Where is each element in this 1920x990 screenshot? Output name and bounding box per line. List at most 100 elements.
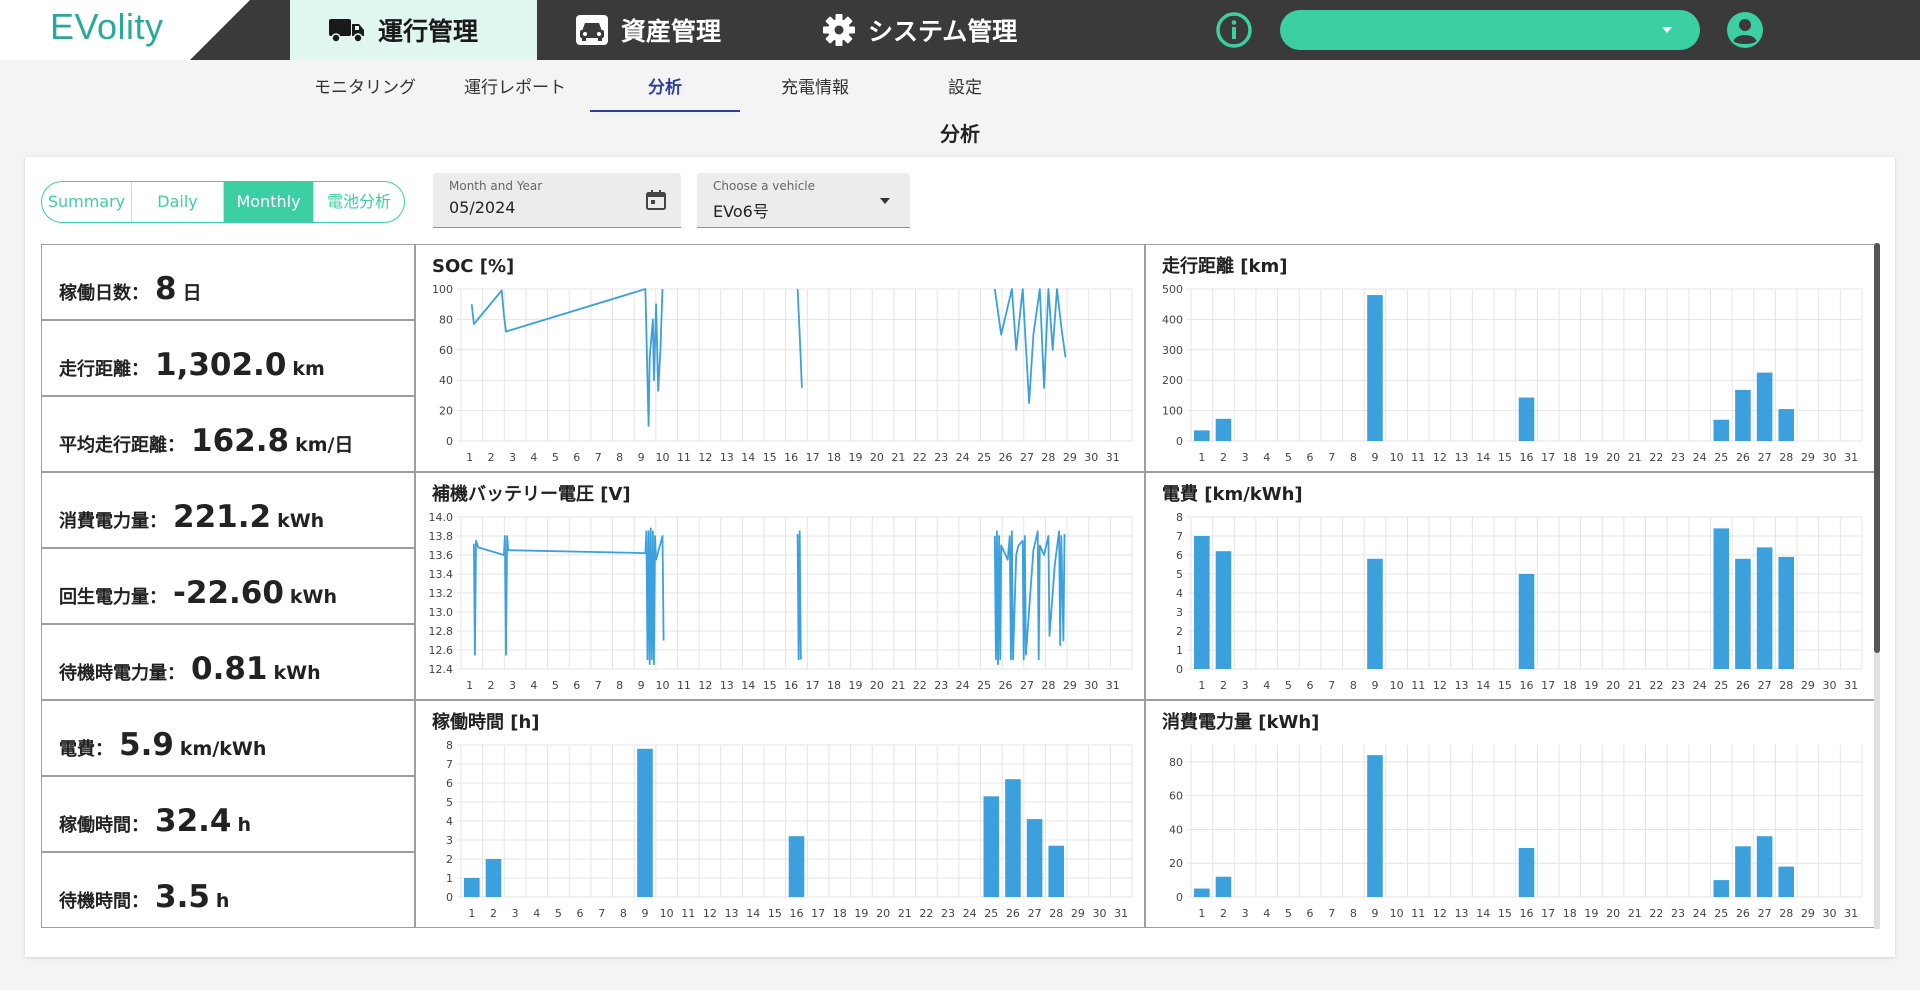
nav-operations[interactable]: 運行管理 [290,0,537,60]
calendar-icon[interactable] [645,189,667,211]
stat-efficiency: 電費： 5.9 km/kWh [41,700,415,776]
nav-assets[interactable]: 資産管理 [575,0,721,60]
x-tick-label: 20 [1606,907,1620,920]
stat-value: 5.9 [119,727,174,763]
y-tick-label: 20 [1169,857,1183,870]
x-tick-label: 16 [784,679,798,692]
x-tick-label: 19 [854,907,868,920]
x-tick-label: 10 [656,451,670,464]
x-tick-label: 13 [1455,679,1469,692]
subnav-operation-report[interactable]: 運行レポート [450,72,580,112]
bar [1713,419,1730,441]
y-tick-label: 0 [1176,663,1183,676]
series-line [993,530,1066,666]
x-tick-label: 7 [595,451,602,464]
x-tick-label: 30 [1823,907,1837,920]
account-icon[interactable] [1726,11,1764,49]
x-tick-label: 5 [1285,907,1292,920]
y-tick-label: 1 [1176,644,1183,657]
x-tick-label: 31 [1844,679,1858,692]
x-tick-label: 6 [577,907,584,920]
stat-value: 221.2 [173,499,272,535]
x-tick-label: 30 [1084,451,1098,464]
header-vehicle-select[interactable] [1280,10,1700,50]
stat-value: 0.81 [191,651,268,687]
nav-system[interactable]: システム管理 [822,0,1017,60]
x-tick-label: 1 [1198,451,1205,464]
x-tick-label: 5 [552,451,559,464]
x-tick-label: 21 [891,679,905,692]
y-tick-label: 5 [446,796,453,809]
x-tick-label: 1 [1198,907,1205,920]
x-tick-label: 14 [741,451,755,464]
efficiency-chart-panel: 電費 [km/kWh] 0 1 2 3 4 5 6 7 8 1 2 3 4 5 6 7 8 9 10 11 12 13 14 1… [1145,472,1875,700]
app-logo[interactable]: EVolity [50,6,164,48]
chevron-down-icon [880,198,890,204]
x-tick-label: 22 [919,907,933,920]
x-tick-label: 5 [555,907,562,920]
month-year-value: 05/2024 [449,198,516,217]
mode-daily-button[interactable]: Daily [132,182,224,222]
y-tick-label: 80 [439,313,453,326]
x-tick-label: 6 [573,451,580,464]
subnav-analysis[interactable]: 分析 [590,72,740,112]
gear-icon [823,14,855,46]
nav-system-label: システム管理 [868,17,1018,46]
x-tick-label: 3 [509,451,516,464]
stat-regenerated-energy: 回生電力量： -22.60 kWh [41,548,415,624]
x-tick-label: 27 [1028,907,1042,920]
x-tick-label: 29 [1801,451,1815,464]
x-tick-label: 12 [698,679,712,692]
stat-value: 162.8 [191,423,290,459]
x-tick-label: 7 [1328,451,1335,464]
x-tick-label: 27 [1020,679,1034,692]
stat-unit: km/kWh [179,738,267,760]
subnav-settings[interactable]: 設定 [905,72,1025,112]
y-tick-label: 12.8 [429,625,454,638]
bar [1778,556,1795,669]
x-tick-label: 28 [1779,907,1793,920]
info-icon[interactable] [1215,11,1253,49]
y-tick-label: 13.8 [429,530,454,543]
x-tick-label: 15 [763,679,777,692]
vehicle-select-field[interactable]: Choose a vehicle EVo6号 [697,173,910,228]
y-tick-label: 3 [446,834,453,847]
chart-title: 走行距離 [km] [1162,255,1287,277]
x-tick-label: 11 [677,679,691,692]
y-tick-label: 13.6 [429,549,454,562]
x-tick-label: 6 [1307,451,1314,464]
x-tick-label: 14 [1476,907,1490,920]
stat-energy-consumed: 消費電力量： 221.2 kWh [41,472,415,548]
y-tick-label: 5 [1176,568,1183,581]
scrollbar-thumb[interactable] [1874,243,1880,653]
y-tick-label: 1 [446,872,453,885]
subnav-charging[interactable]: 充電情報 [755,72,875,112]
x-tick-label: 19 [1584,907,1598,920]
hours-chart-panel: 稼働時間 [h] 0 1 2 3 4 5 6 7 8 1 2 3 4 5 6 7 8 9 10 11 12 13 14 15 16… [415,700,1145,928]
x-tick-label: 19 [848,679,862,692]
month-year-label: Month and Year [449,179,543,193]
x-tick-label: 3 [1242,451,1249,464]
stat-label: 待機時電力量： [59,663,185,684]
x-tick-label: 1 [468,907,475,920]
soc-chart-panel: SOC [%] 0 20 40 60 80 100 1 2 3 4 5 6 7 8 9 10 11 12 13 14 15… [415,244,1145,472]
bar [485,859,502,897]
x-tick-label: 9 [1371,679,1378,692]
x-tick-label: 30 [1093,907,1107,920]
mode-summary-button[interactable]: Summary [42,182,132,222]
x-tick-label: 6 [1307,679,1314,692]
bar [1735,846,1751,897]
month-year-field[interactable]: Month and Year 05/2024 [433,173,681,228]
bar [1367,755,1383,897]
y-tick-label: 0 [446,891,453,904]
mode-battery-button[interactable]: 電池分析 [314,182,404,222]
stat-standby-energy: 待機時電力量： 0.81 kWh [41,624,415,700]
subnav-monitoring[interactable]: モニタリング [300,72,430,112]
bar [1194,430,1210,441]
mode-monthly-button[interactable]: Monthly [224,182,314,222]
voltage-chart-svg: 補機バッテリー電圧 [V] 12.4 12.6 12.8 13.0 13.2 13.4 13.… [429,483,1133,692]
x-tick-label: 4 [1263,907,1270,920]
car-icon [576,15,608,45]
x-tick-label: 31 [1114,907,1128,920]
x-tick-label: 25 [1714,907,1728,920]
